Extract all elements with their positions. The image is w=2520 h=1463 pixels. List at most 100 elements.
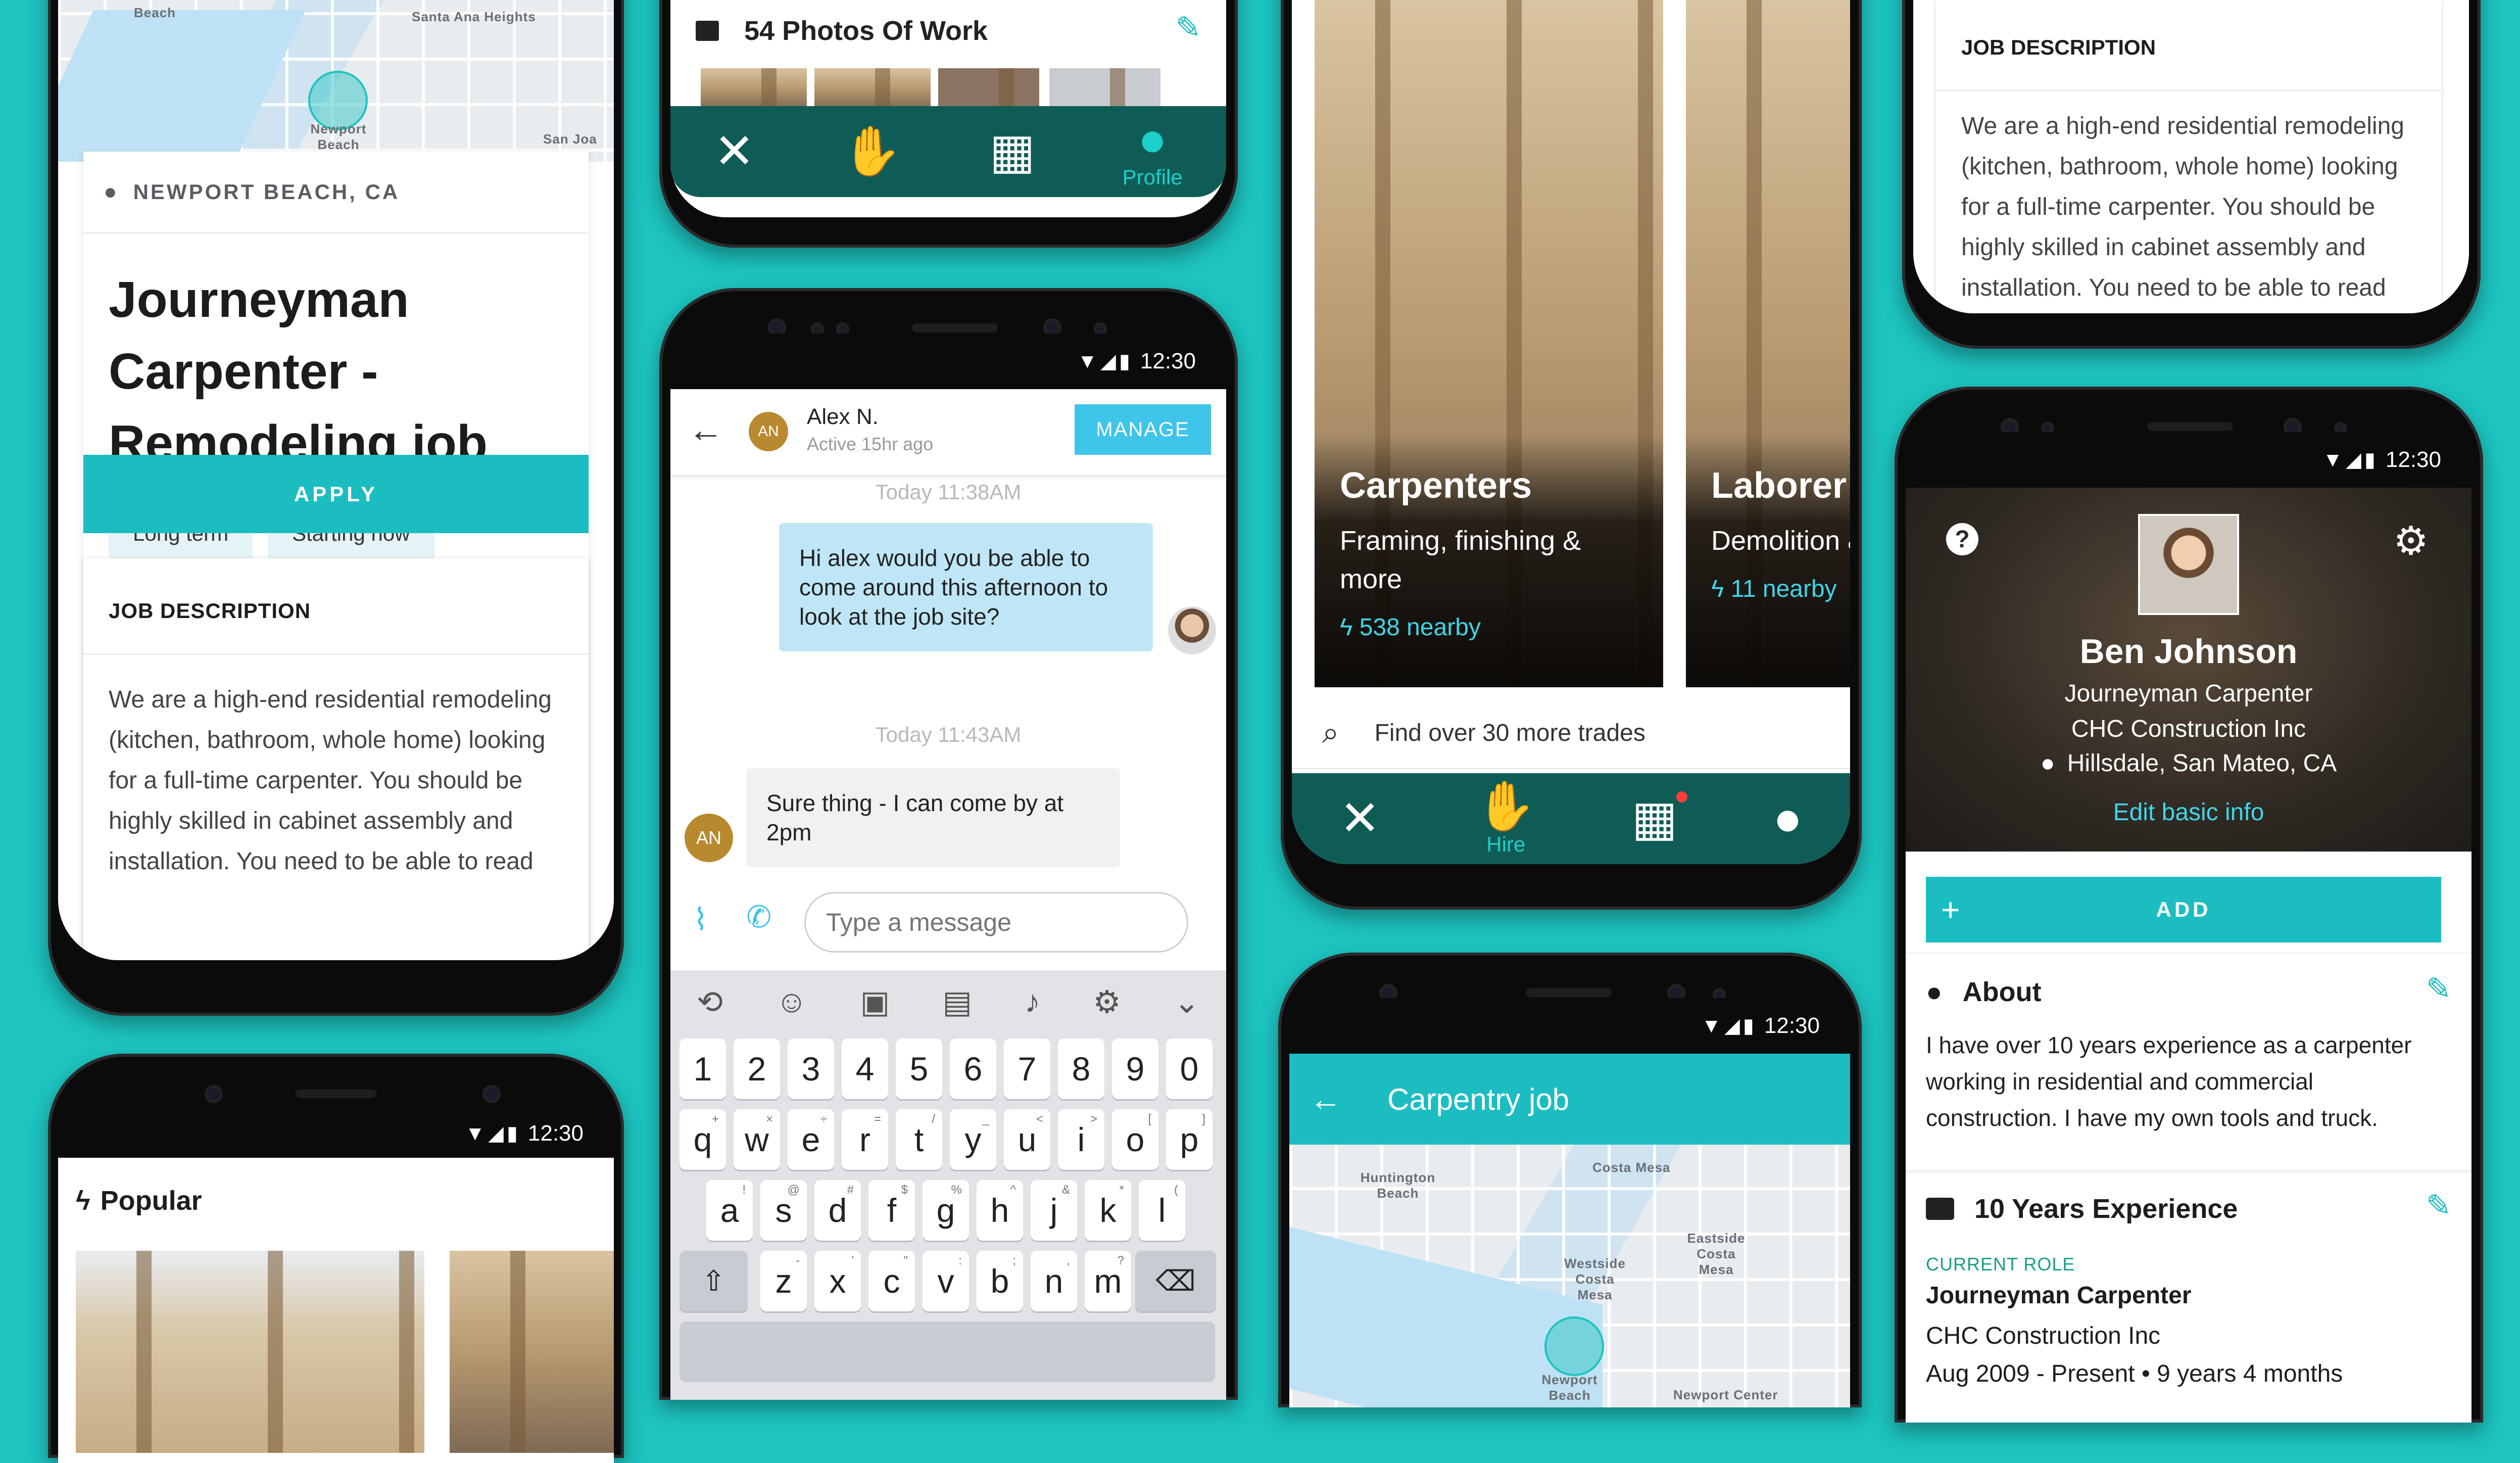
backspace-key[interactable]: ⌫ [1135,1251,1216,1311]
edit-basic-info-link[interactable]: Edit basic info [1906,798,2471,826]
key-c[interactable]: c " [868,1251,915,1311]
gif-icon[interactable]: ▤ [942,983,972,1020]
job-description-text: We are a high-end residential remodeling… [109,686,552,875]
help-icon[interactable]: ? [1946,523,1978,555]
chat-screen: ▼◢▮ 12:30 ← AN Alex N. Active 15hr ago M… [670,334,1226,1400]
trade-card-carpenters[interactable]: Carpenters Framing, finishing & more ϟ 5… [1315,0,1663,687]
key-r[interactable]: r = [842,1109,888,1170]
key-b[interactable]: b; [977,1251,1023,1311]
key-k[interactable]: k * [1085,1180,1131,1241]
key-secondary: ( [1174,1183,1178,1197]
add-button[interactable]: + ADD [1926,877,2441,942]
key-8[interactable]: 8 [1058,1039,1104,1099]
key-y[interactable]: y _ [950,1109,996,1170]
trade-card-laborer[interactable]: Laborer Demolition & more ϟ 11 nearby [1686,0,1850,687]
nav-hire[interactable]: ✋ Hire [1476,782,1536,855]
phone-chat: ▼◢▮ 12:30 ← AN Alex N. Active 15hr ago M… [659,288,1238,1400]
apply-button[interactable]: APPLY [83,455,589,533]
key-t[interactable]: t / [896,1109,942,1170]
contact-avatar[interactable]: AN [749,412,788,451]
key-5[interactable]: 5 [896,1039,942,1099]
edit-pencil-icon[interactable]: ✎ [2426,1188,2451,1223]
nav-tools[interactable]: ✕ [714,127,754,176]
profile-icon: ● [1138,112,1168,166]
key-9[interactable]: 9 [1112,1039,1158,1099]
key-n[interactable]: n, [1031,1251,1077,1311]
translate-icon[interactable]: ⟲ [697,983,723,1020]
key-p[interactable]: p] [1166,1109,1213,1170]
key-e[interactable]: e ÷ [788,1109,834,1170]
key-6[interactable]: 6 [950,1039,996,1099]
key-h[interactable]: h ^ [977,1180,1023,1241]
key-l[interactable]: l( [1139,1180,1185,1241]
attachment-icon[interactable]: ⌇ [693,902,708,937]
shift-key[interactable]: ⇧ [680,1251,748,1311]
status-bar: ▼◢▮ 12:30 [1906,432,2471,488]
microphone-icon[interactable]: ♪ [1025,984,1040,1020]
key-3[interactable]: 3 [788,1039,834,1099]
popular-card-image[interactable] [450,1251,614,1453]
phone-call-icon[interactable]: ✆ [746,900,771,935]
map-label: Beach [134,5,176,20]
nav-profile[interactable]: ● [1773,794,1802,843]
key-m[interactable]: m? [1085,1251,1131,1311]
spacebar-row[interactable] [680,1322,1215,1382]
edit-pencil-icon[interactable]: ✎ [2426,971,2451,1007]
nav-company[interactable]: ▦ [1632,791,1688,843]
key-d[interactable]: d # [814,1180,861,1241]
nav-company[interactable]: ▦ [989,127,1035,176]
key-g[interactable]: g% [923,1180,969,1241]
key-secondary: ? [1117,1254,1124,1267]
key-q[interactable]: q + [680,1109,726,1170]
key-w[interactable]: w × [734,1109,780,1170]
user-avatar[interactable] [1168,606,1216,654]
trade-search-row[interactable]: ⌕ Find over 30 more trades [1292,697,1850,769]
key-j[interactable]: j & [1031,1180,1077,1241]
key-s[interactable]: s @ [760,1180,807,1241]
manage-button[interactable]: MANAGE [1075,404,1211,455]
edit-pencil-icon[interactable]: ✎ [1176,10,1201,45]
gear-icon[interactable]: ⚙ [2393,518,2429,564]
key-u[interactable]: u < [1004,1109,1050,1170]
map-label: Huntington Beach [1360,1170,1436,1201]
chevron-down-icon[interactable]: ⌄ [1174,983,1200,1020]
key-4[interactable]: 4 [842,1039,888,1099]
back-arrow-icon[interactable]: ← [688,409,723,450]
key-v[interactable]: v: [923,1251,969,1311]
map-label: Costa Mesa [1592,1160,1671,1175]
key-x[interactable]: x ' [814,1251,861,1311]
photo-thumb[interactable] [701,68,807,109]
key-z[interactable]: z- [760,1251,807,1311]
photo-thumb[interactable] [814,68,931,109]
nav-profile[interactable]: ● Profile [1123,115,1183,188]
popular-card-image[interactable] [76,1251,424,1453]
message-input[interactable] [804,892,1188,953]
photo-thumb[interactable] [938,68,1039,109]
trade-subtitle: Framing, finishing & more [1340,526,1581,594]
contact-avatar[interactable]: AN [685,814,733,862]
photo-thumb[interactable] [1049,68,1160,109]
key-i[interactable]: i > [1058,1109,1104,1170]
nav-hire[interactable]: ✋ [842,127,902,176]
chat-timestamp: Today 11:43AM [875,723,1022,746]
key-label: 2 [747,1050,766,1088]
key-o[interactable]: o[ [1112,1109,1158,1170]
key-label: 9 [1126,1050,1145,1088]
key-0[interactable]: 0 [1166,1039,1213,1099]
sticker-icon[interactable]: ▣ [860,983,890,1020]
key-f[interactable]: f $ [868,1180,915,1241]
about-section: ● About ✎ I have over 10 years experienc… [1906,953,2471,1171]
key-secondary: + [711,1112,719,1126]
key-2[interactable]: 2 [734,1039,780,1099]
job-description-heading: JOB DESCRIPTION [109,599,311,623]
nav-tools[interactable]: ✕ [1340,794,1380,843]
map-pin[interactable] [1544,1316,1604,1376]
emoji-icon[interactable]: ☺ [776,984,807,1020]
key-1[interactable]: 1 [680,1039,726,1099]
map-appbar: ← Carpentry job [1289,1054,1850,1145]
key-a[interactable]: a! [706,1180,753,1241]
settings-icon[interactable]: ⚙ [1093,983,1121,1020]
key-7[interactable]: 7 [1004,1039,1050,1099]
avatar[interactable] [2138,514,2239,615]
back-arrow-icon[interactable]: ← [1310,1080,1342,1118]
